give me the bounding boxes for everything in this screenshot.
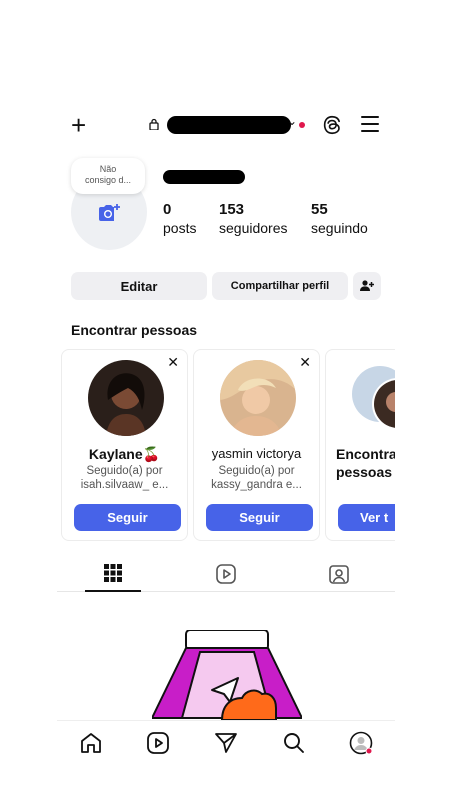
note-line-1: Não — [99, 164, 117, 174]
card-name: Kaylane🍒 — [88, 446, 161, 462]
chevron-down-icon[interactable]: ⌄ — [287, 114, 297, 128]
add-user-icon — [360, 280, 374, 291]
stat-value: 0 — [163, 201, 172, 218]
close-icon[interactable]: ✕ — [299, 354, 311, 371]
reels-icon[interactable] — [146, 731, 170, 755]
stat-label: posts — [163, 220, 197, 236]
suggestion-card[interactable]: ✕ yasmin victorya Seguido(a) por kassy_g… — [193, 349, 320, 541]
follow-button[interactable]: Seguir — [74, 504, 181, 531]
card-subtitle-line: isah.silvaaw_ e... — [80, 479, 169, 491]
close-icon[interactable]: ✕ — [167, 354, 179, 371]
bottom-navigation — [57, 720, 395, 768]
tab-grid[interactable] — [85, 556, 141, 592]
edit-profile-button[interactable]: Editar — [71, 272, 207, 300]
username-redacted[interactable] — [167, 116, 291, 134]
card-subtitle: Seguido(a) por isah.silvaaw_ e... — [62, 464, 187, 492]
avatar-group — [350, 360, 395, 436]
stat-following[interactable]: 55 seguindo — [311, 201, 368, 237]
see-all-button[interactable]: Ver t — [338, 504, 395, 531]
profile-icon[interactable] — [349, 731, 373, 755]
tab-reels[interactable] — [198, 556, 254, 592]
share-profile-button[interactable]: Compartilhar perfil — [212, 272, 348, 300]
plus-icon[interactable]: + — [71, 112, 86, 138]
stat-label: seguidores — [219, 220, 288, 236]
avatar[interactable] — [88, 360, 164, 436]
stat-posts[interactable]: 0 posts — [163, 201, 196, 237]
profile-note[interactable]: Não consigo d... — [71, 158, 145, 194]
content-tabs — [57, 556, 395, 592]
card-name: yasmin victorya — [211, 446, 302, 461]
reels-icon — [216, 564, 236, 584]
grid-icon — [104, 564, 122, 582]
stat-followers[interactable]: 153 seguidores — [219, 201, 288, 237]
home-icon[interactable] — [79, 731, 103, 755]
empty-state-illustration — [152, 630, 302, 720]
top-bar: + ⌄ — [57, 110, 395, 140]
suggestion-card[interactable]: ✕ Kaylane🍒 Seguido(a) por isah.silvaaw_ … — [61, 349, 188, 541]
suggestion-card[interactable]: Encontra pessoas Ver t — [325, 349, 395, 541]
card-name: Encontra — [336, 446, 395, 462]
stat-label: seguindo — [311, 220, 368, 236]
add-user-button[interactable] — [353, 272, 381, 300]
stat-value: 153 — [219, 201, 245, 218]
send-icon[interactable] — [214, 731, 238, 755]
add-photo-icon[interactable] — [97, 203, 121, 223]
lock-icon — [149, 118, 159, 130]
profile-screen: + ⌄ Não consigo d... 0 posts 153 seguido… — [57, 100, 395, 768]
follow-button[interactable]: Seguir — [206, 504, 313, 531]
note-line-2: consigo d... — [84, 175, 132, 185]
hamburger-menu-icon[interactable] — [361, 116, 379, 132]
card-subtitle-line: Seguido(a) por — [218, 465, 295, 477]
tagged-icon — [329, 565, 349, 584]
avatar[interactable] — [220, 360, 296, 436]
stat-value: 55 — [311, 201, 328, 218]
display-name-redacted — [163, 170, 245, 184]
notification-dot — [299, 122, 305, 128]
section-title: Encontrar pessoas — [71, 322, 198, 338]
card-subtitle: Seguido(a) por kassy_gandra e... — [194, 464, 319, 492]
threads-icon[interactable] — [321, 114, 343, 136]
tab-tagged[interactable] — [311, 556, 367, 592]
card-name-line-2: pessoas — [336, 464, 393, 480]
card-subtitle-line: kassy_gandra e... — [211, 479, 302, 491]
search-icon[interactable] — [282, 731, 306, 755]
card-subtitle-line: Seguido(a) por — [86, 465, 163, 477]
